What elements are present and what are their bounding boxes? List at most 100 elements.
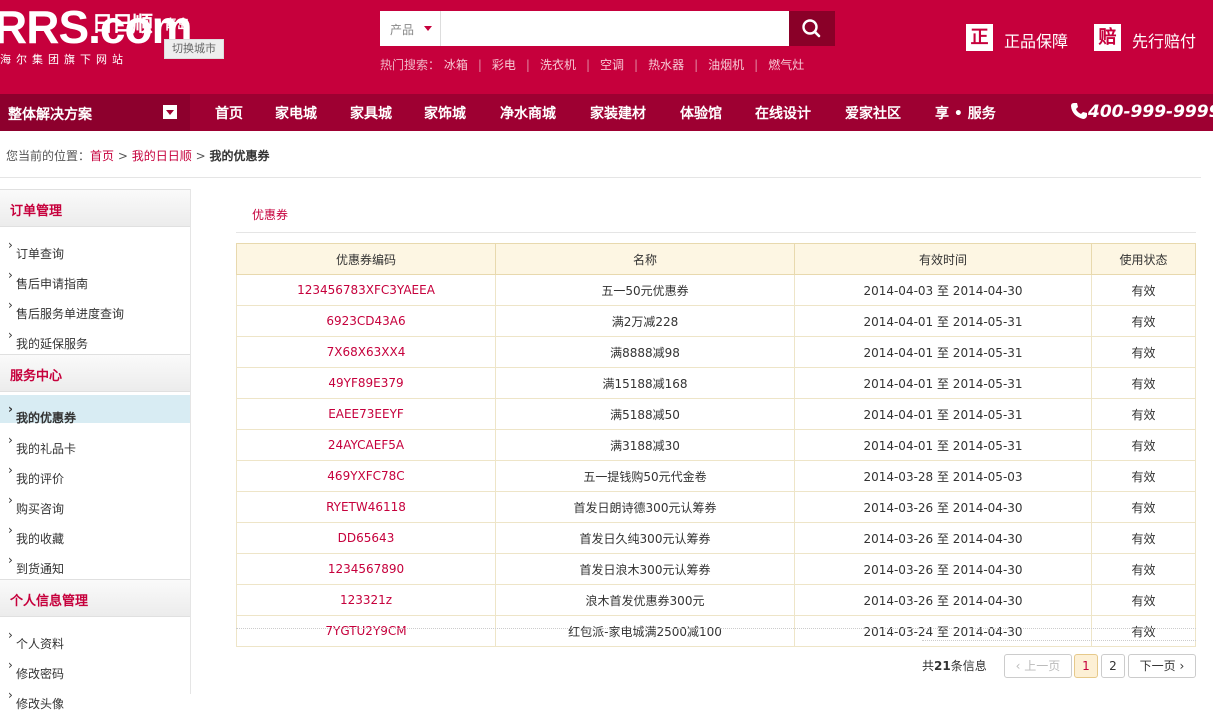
coupon-code[interactable]: 469YXFC78C bbox=[236, 460, 496, 492]
sidebar-item-warranty[interactable]: › 我的延保服务 bbox=[0, 321, 190, 351]
coupon-name: 满15188减168 bbox=[495, 367, 795, 399]
search-input[interactable] bbox=[441, 11, 789, 46]
page-title: 优惠券 bbox=[252, 208, 289, 222]
divider bbox=[922, 640, 1196, 641]
coupon-name: 五一50元优惠券 bbox=[495, 274, 795, 306]
breadcrumb-my-rrs[interactable]: 我的日日顺 bbox=[132, 149, 192, 163]
dropdown-icon bbox=[163, 105, 177, 119]
nav-item-service[interactable]: 享 • 服务 bbox=[935, 103, 996, 123]
coupon-status: 有效 bbox=[1091, 522, 1196, 554]
coupon-code[interactable]: 123456783XFC3YAEEA bbox=[236, 274, 496, 306]
coupon-name: 红包派-家电城满2500减100 bbox=[495, 615, 795, 647]
site-logo-cn[interactable]: 日日顺 bbox=[92, 8, 153, 38]
nav-item-water[interactable]: 净水商城 bbox=[500, 103, 556, 123]
table-row: 24AYCAEF5A 满3188减30 2014-04-01 至 2014-05-3… bbox=[236, 429, 1196, 461]
breadcrumb-sep: > bbox=[117, 149, 128, 163]
coupon-status: 有效 bbox=[1091, 615, 1196, 647]
hot-search-separator: | bbox=[525, 58, 530, 72]
coupon-code[interactable]: 123321z bbox=[236, 584, 496, 616]
hot-search-keyword[interactable]: 彩电 bbox=[492, 58, 516, 72]
sidebar-item-giftcards[interactable]: › 我的礼品卡 bbox=[0, 426, 190, 456]
sidebar-item-favorites[interactable]: › 我的收藏 bbox=[0, 516, 190, 546]
all-solutions-menu[interactable]: 整体解决方案 bbox=[0, 94, 190, 131]
breadcrumb-sep: > bbox=[195, 149, 206, 163]
breadcrumb: 您当前的位置：首页 > 我的日日顺 > 我的优惠券 bbox=[6, 147, 270, 164]
divider bbox=[0, 177, 1201, 178]
sidebar-item-consult[interactable]: › 购买咨询 bbox=[0, 486, 190, 516]
coupon-code[interactable]: 49YF89E379 bbox=[236, 367, 496, 399]
sidebar-item-reviews[interactable]: › 我的评价 bbox=[0, 456, 190, 486]
coupon-validity: 2014-03-26 至 2014-04-30 bbox=[794, 584, 1092, 616]
nav-item-community[interactable]: 爱家社区 bbox=[845, 103, 901, 123]
coupon-status: 有效 bbox=[1091, 398, 1196, 430]
switch-city-button[interactable]: 切换城市 bbox=[164, 39, 224, 59]
coupon-name: 满3188减30 bbox=[495, 429, 795, 461]
table-row: 7X68X63XX4 满8888减98 2014-04-01 至 2014-05-3… bbox=[236, 336, 1196, 368]
coupon-code[interactable]: EAEE73EEYF bbox=[236, 398, 496, 430]
sidebar-section-profile: 个人信息管理 bbox=[0, 579, 190, 617]
nav-item-decor[interactable]: 家饰城 bbox=[424, 103, 466, 123]
coupon-status: 有效 bbox=[1091, 305, 1196, 337]
nav-item-appliances[interactable]: 家电城 bbox=[275, 103, 317, 123]
coupon-validity: 2014-03-24 至 2014-04-30 bbox=[794, 615, 1092, 647]
coupon-validity: 2014-03-28 至 2014-05-03 bbox=[794, 460, 1092, 492]
sidebar-item-arrival-notice[interactable]: › 到货通知 bbox=[0, 546, 190, 576]
table-header-row: 优惠券编码 名称 有效时间 使用状态 bbox=[236, 243, 1196, 275]
sidebar-item-aftersale-guide[interactable]: › 售后申请指南 bbox=[0, 261, 190, 291]
hot-search-keyword[interactable]: 冰箱 bbox=[444, 58, 468, 72]
sidebar-item-aftersale-progress[interactable]: › 售后服务单进度查询 bbox=[0, 291, 190, 321]
coupon-validity: 2014-03-26 至 2014-04-30 bbox=[794, 491, 1092, 523]
sidebar-item-profile[interactable]: › 个人资料 bbox=[0, 621, 190, 651]
top-header: RRS.com 日日顺 海尔集团旗下网站 青岛 切换城市 产品 热门搜索： 冰箱… bbox=[0, 0, 1213, 94]
coupon-name: 满2万减228 bbox=[495, 305, 795, 337]
search-button[interactable] bbox=[789, 11, 835, 46]
authentic-guarantee[interactable]: 正 正品保障 bbox=[966, 24, 1076, 51]
sidebar-item-password[interactable]: › 修改密码 bbox=[0, 651, 190, 681]
nav-item-building[interactable]: 家装建材 bbox=[590, 103, 646, 123]
nav-item-design[interactable]: 在线设计 bbox=[755, 103, 811, 123]
nav-item-experience[interactable]: 体验馆 bbox=[680, 103, 722, 123]
coupon-name: 五一提钱购50元代金卷 bbox=[495, 460, 795, 492]
hot-search-separator: | bbox=[585, 58, 591, 72]
coupon-code[interactable]: 7X68X63XX4 bbox=[236, 336, 496, 368]
coupon-status: 有效 bbox=[1091, 429, 1196, 461]
nav-item-furniture[interactable]: 家具城 bbox=[350, 103, 392, 123]
current-city: 青岛 bbox=[164, 18, 191, 33]
prev-page-button[interactable]: ‹ 上一页 bbox=[1004, 654, 1072, 678]
coupon-code[interactable]: RYETW46118 bbox=[236, 491, 496, 523]
hot-search-bar: 热门搜索： 冰箱 | 彩电 | 洗衣机 | 空调 | 热水器 | 油烟机 | 燃气灶 bbox=[380, 56, 804, 73]
pager-total-count: 21 bbox=[934, 659, 951, 673]
nav-item-home[interactable]: 首页 bbox=[215, 103, 243, 123]
sidebar-item-avatar[interactable]: › 修改头像 bbox=[0, 681, 190, 711]
col-code: 优惠券编码 bbox=[236, 243, 496, 275]
search-category-select[interactable]: 产品 bbox=[380, 11, 441, 46]
main-nav: 整体解决方案 首页 家电城 家具城 家饰城 净水商城 家装建材 体验馆 在线设计… bbox=[0, 94, 1213, 131]
col-name: 名称 bbox=[495, 243, 795, 275]
hot-search-keyword[interactable]: 空调 bbox=[600, 58, 624, 72]
coupon-code[interactable]: 1234567890 bbox=[236, 553, 496, 585]
coupon-code[interactable]: 7YGTU2Y9CM bbox=[236, 615, 496, 647]
hot-search-keyword[interactable]: 热水器 bbox=[648, 58, 684, 72]
authentic-label: 正品保障 bbox=[1004, 32, 1069, 51]
coupon-status: 有效 bbox=[1091, 460, 1196, 492]
hot-search-keyword[interactable]: 油烟机 bbox=[708, 58, 744, 72]
search-icon bbox=[802, 19, 821, 38]
breadcrumb-home[interactable]: 首页 bbox=[90, 149, 114, 163]
page-1-button[interactable]: 1 bbox=[1074, 654, 1098, 678]
page-2-button[interactable]: 2 bbox=[1101, 654, 1125, 678]
hot-search-keyword[interactable]: 燃气灶 bbox=[768, 58, 804, 72]
compensation-guarantee[interactable]: 赔 先行赔付 bbox=[1094, 24, 1204, 51]
coupon-code[interactable]: 24AYCAEF5A bbox=[236, 429, 496, 461]
table-row: 7YGTU2Y9CM 红包派-家电城满2500减100 2014-03-24 至 2… bbox=[236, 615, 1196, 647]
sidebar-item-order-query[interactable]: › 订单查询 bbox=[0, 231, 190, 261]
coupon-validity: 2014-04-03 至 2014-04-30 bbox=[794, 274, 1092, 306]
hot-search-keyword[interactable]: 洗衣机 bbox=[540, 58, 576, 72]
coupon-code[interactable]: 6923CD43A6 bbox=[236, 305, 496, 337]
sidebar-item-coupons[interactable]: › 我的优惠券 bbox=[0, 395, 190, 425]
search-category-label: 产品 bbox=[390, 23, 415, 37]
hot-search-separator: | bbox=[634, 58, 639, 72]
coupon-code[interactable]: DD65643 bbox=[236, 522, 496, 554]
divider bbox=[236, 232, 1196, 233]
next-page-button[interactable]: 下一页 › bbox=[1128, 654, 1196, 678]
coupon-status: 有效 bbox=[1091, 367, 1196, 399]
